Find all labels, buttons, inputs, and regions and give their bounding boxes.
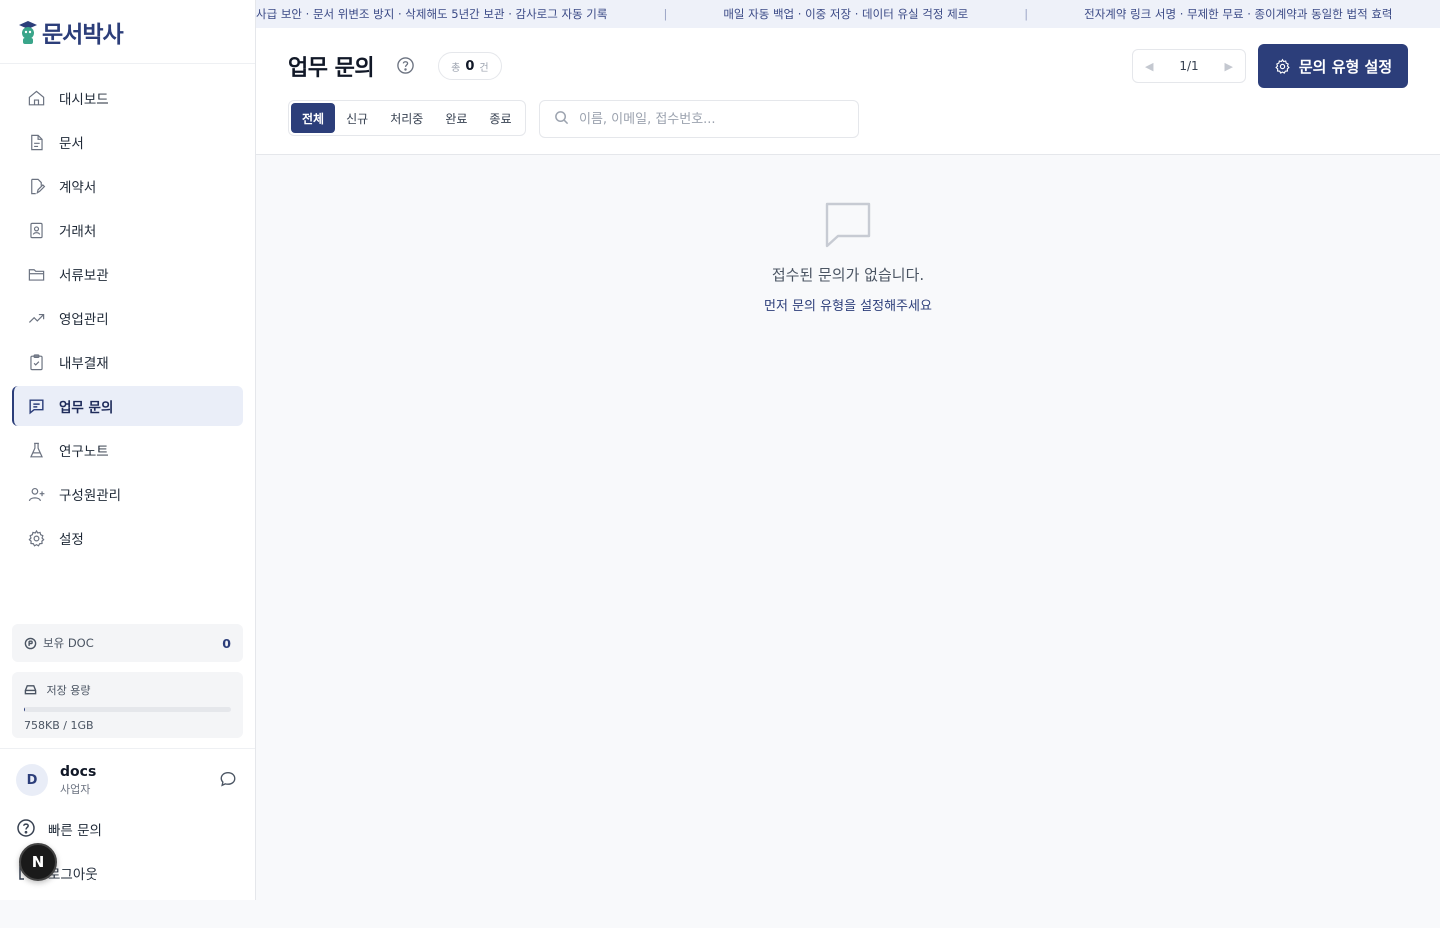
total-count-badge: 총 0 건 — [438, 52, 502, 80]
storage-bar — [24, 707, 231, 712]
avatar: D — [16, 764, 48, 796]
storage-usage: 저장 용량 758KB / 1GB — [12, 672, 243, 738]
sidebar-item-label: 업무 문의 — [59, 400, 114, 416]
tab-completed[interactable]: 완료 — [434, 103, 478, 133]
hard-drive-icon — [24, 685, 37, 699]
chat-bubble-icon[interactable] — [219, 770, 239, 790]
search-box — [539, 100, 859, 138]
marquee-item: 사급 보안 · 문서 위변조 방지 · 삭제해도 5년간 보관 · 감사로그 자… — [256, 7, 608, 21]
sidebar-item-clients[interactable]: 거래처 — [12, 210, 243, 250]
tab-all[interactable]: 전체 — [291, 103, 336, 133]
sidebar-item-label: 내부결재 — [59, 356, 109, 372]
empty-state: 접수된 문의가 없습니다. 먼저 문의 유형을 설정해주세요 — [256, 200, 1440, 314]
sidebar-item-label: 대시보드 — [59, 92, 109, 108]
storage-label: 저장 용량 — [46, 684, 91, 697]
brand-name: 문서박사 — [42, 21, 124, 48]
sidebar-item-label: 연구노트 — [59, 444, 109, 460]
marquee-separator: | — [1024, 7, 1029, 21]
contract-icon — [26, 176, 46, 196]
marquee-separator: | — [663, 7, 668, 21]
gear-icon — [26, 528, 46, 548]
marquee-item: 전자계약 링크 서명 · 무제한 무료 · 종이계약과 동일한 법적 효력 — [1084, 7, 1393, 21]
dev-tools-badge[interactable]: N — [19, 843, 57, 881]
sidebar-item-label: 설정 — [59, 532, 84, 548]
document-icon — [26, 132, 46, 152]
user-plus-icon — [26, 484, 46, 504]
tab-new[interactable]: 신규 — [335, 103, 379, 133]
folder-icon — [26, 264, 46, 284]
user-name: docs — [60, 763, 97, 780]
tab-closed[interactable]: 종료 — [478, 103, 522, 133]
doc-balance-value: 0 — [222, 635, 231, 651]
feature-marquee: 사급 보안 · 문서 위변조 방지 · 삭제해도 5년간 보관 · 감사로그 자… — [256, 0, 1440, 28]
prev-page-icon[interactable]: ◀ — [1145, 60, 1153, 73]
sidebar-item-research-notes[interactable]: 연구노트 — [12, 430, 243, 470]
empty-state-title: 접수된 문의가 없습니다. — [771, 266, 925, 284]
doc-balance-label: 보유 DOC — [43, 636, 94, 650]
page-indicator: 1/1 — [1179, 59, 1199, 73]
empty-state-setup-link[interactable]: 먼저 문의 유형을 설정해주세요 — [256, 295, 1440, 314]
flask-icon — [26, 440, 46, 460]
page-header: 업무 문의 총 0 건 ◀ 1/1 ▶ 문의 유형 설정 전체 신규 처리중 완… — [256, 28, 1440, 155]
doc-balance[interactable]: 보유 DOC 0 — [12, 624, 243, 662]
sidebar-item-archive[interactable]: 서류보관 — [12, 254, 243, 294]
user-role: 사업자 — [60, 782, 91, 796]
sidebar-item-label: 구성원관리 — [59, 488, 122, 504]
contact-card-icon — [26, 220, 46, 240]
quick-inquiry-label: 빠른 문의 — [48, 823, 102, 839]
search-input[interactable] — [579, 111, 849, 127]
inquiry-type-settings-button[interactable]: 문의 유형 설정 — [1258, 44, 1408, 88]
count-value: 0 — [465, 58, 475, 74]
home-icon — [26, 88, 46, 108]
sidebar-nav: 대시보드 문서 계약서 거래처 서류보관 영업관리 내부결재 업무 문의 연구노… — [0, 64, 255, 558]
clipboard-check-icon — [26, 352, 46, 372]
sidebar: 문서박사 대시보드 문서 계약서 거래처 서류보관 영업관리 내부결재 업무 문… — [0, 0, 256, 900]
user-profile[interactable]: D docs 사업자 — [16, 763, 239, 797]
sidebar-item-label: 거래처 — [59, 224, 97, 240]
status-tabs: 전체 신규 처리중 완료 종료 — [288, 100, 526, 136]
gear-icon — [1274, 58, 1291, 75]
sidebar-item-label: 서류보관 — [59, 268, 109, 284]
help-circle-icon — [16, 818, 38, 840]
marquee-item: 매일 자동 백업 · 이중 저장 · 데이터 유실 걱정 제로 — [723, 7, 969, 21]
sidebar-item-contracts[interactable]: 계약서 — [12, 166, 243, 206]
page-title: 업무 문의 — [288, 56, 375, 81]
coin-icon — [24, 637, 37, 650]
sidebar-item-dashboard[interactable]: 대시보드 — [12, 78, 243, 118]
sidebar-item-documents[interactable]: 문서 — [12, 122, 243, 162]
sidebar-item-label: 영업관리 — [59, 312, 109, 328]
help-icon[interactable] — [396, 56, 416, 76]
logo[interactable]: 문서박사 — [0, 0, 255, 64]
message-square-icon — [26, 396, 46, 416]
storage-usage-text: 758KB / 1GB — [24, 719, 94, 732]
sidebar-item-approval[interactable]: 내부결재 — [12, 342, 243, 382]
sidebar-item-inquiry[interactable]: 업무 문의 — [12, 386, 243, 426]
tab-in-progress[interactable]: 처리중 — [379, 103, 434, 133]
sidebar-item-settings[interactable]: 설정 — [12, 518, 243, 558]
count-suffix: 건 — [479, 62, 489, 74]
settings-button-label: 문의 유형 설정 — [1298, 57, 1393, 76]
storage-bar-fill — [24, 707, 26, 712]
next-page-icon[interactable]: ▶ — [1225, 60, 1233, 73]
sidebar-item-label: 계약서 — [59, 180, 97, 196]
quick-inquiry-link[interactable]: 빠른 문의 — [16, 807, 239, 851]
pagination: ◀ 1/1 ▶ — [1132, 49, 1246, 83]
search-icon — [554, 110, 569, 129]
sidebar-item-members[interactable]: 구성원관리 — [12, 474, 243, 514]
sidebar-item-sales[interactable]: 영업관리 — [12, 298, 243, 338]
sidebar-item-label: 문서 — [59, 136, 84, 152]
logo-mascot-icon — [16, 18, 40, 46]
message-square-icon — [823, 200, 873, 250]
trending-up-icon — [26, 308, 46, 328]
count-prefix: 총 — [451, 62, 461, 74]
